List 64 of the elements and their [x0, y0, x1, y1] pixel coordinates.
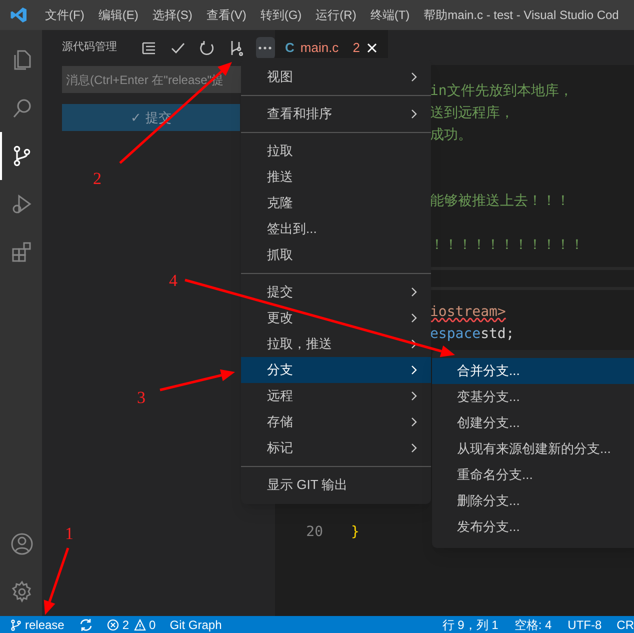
code-text: iostream>	[430, 303, 506, 322]
code-text: std;	[480, 325, 514, 344]
menu-item[interactable]: 从现有来源创建新的分支...	[432, 436, 634, 462]
error-icon	[107, 618, 120, 630]
code-text: ！！！！！！！！！！！	[430, 236, 584, 255]
code-text: 成功。	[430, 126, 472, 145]
menu-item[interactable]: 标记	[241, 435, 431, 461]
menu-item[interactable]: 合并分支...	[432, 358, 634, 384]
warning-icon	[134, 618, 146, 630]
status-item[interactable]: Git Graph	[162, 616, 229, 633]
code-text: 能够被推送上去！！！	[430, 192, 570, 211]
code-text: }	[351, 523, 360, 542]
menu-item[interactable]: 编辑(E)	[91, 6, 146, 24]
annotation-number: 4	[169, 272, 178, 289]
branch-button[interactable]: release	[0, 616, 72, 633]
menu-item[interactable]: 删除分支...	[432, 488, 634, 514]
code-text: espace	[430, 325, 481, 344]
menu-item[interactable]: 重命名分支...	[432, 462, 634, 488]
branch-name: release	[25, 616, 64, 633]
menu-item[interactable]: 抓取	[241, 242, 431, 268]
status-item[interactable]: 空格: 4	[506, 616, 560, 633]
status-item[interactable]: UTF-8	[560, 616, 610, 633]
menu-item[interactable]: 文件(F)	[38, 6, 92, 24]
tab-label: main.c	[300, 38, 339, 57]
problems-button[interactable]: 2 0	[100, 616, 163, 633]
menu-item[interactable]: 推送	[241, 164, 431, 190]
annotation-number: 2	[93, 170, 102, 187]
menu-item[interactable]: 查看(V)	[199, 6, 254, 24]
menu-item[interactable]: 查看和排序	[241, 101, 431, 127]
error-count: 2	[122, 616, 130, 633]
menu-item[interactable]: 克隆	[241, 190, 431, 216]
menu-item[interactable]: 变基分支...	[432, 384, 634, 410]
menu-item[interactable]: 创建分支...	[432, 410, 634, 436]
close-icon[interactable]	[366, 42, 378, 54]
menu-item[interactable]: 选择(S)	[145, 6, 200, 24]
menu-item[interactable]: 帮助	[416, 6, 448, 24]
annotation-arrow	[44, 548, 70, 615]
menu-item[interactable]: 拉取	[241, 138, 431, 164]
menu-item[interactable]: 远程	[241, 383, 431, 409]
menu-item[interactable]: 运行(R)	[308, 6, 364, 24]
menu-item[interactable]: 显示 GIT 输出	[241, 472, 431, 498]
menu-item[interactable]: 终端(T)	[363, 6, 417, 24]
problem-count: 2	[352, 38, 360, 57]
menu-item[interactable]: 签出到...	[241, 216, 431, 242]
window-title: main.c - test - Visual Studio Cod	[448, 7, 619, 24]
menu-item[interactable]: 分支	[241, 357, 431, 383]
annotation-number: 3	[137, 389, 146, 406]
menu-item[interactable]: 更改	[241, 305, 431, 331]
warning-count: 0	[149, 616, 156, 633]
branch-icon	[10, 618, 22, 630]
annotation-number: 1	[65, 525, 74, 542]
status-item[interactable]: 行 9，列 1	[434, 616, 506, 633]
menu-item[interactable]: 存储	[241, 409, 431, 435]
more-icon[interactable]	[256, 36, 276, 58]
menu-item[interactable]: 转到(G)	[253, 6, 309, 24]
menu-item[interactable]: 发布分支...	[432, 514, 634, 540]
code-text: 送到远程库，	[430, 104, 514, 123]
menu-item[interactable]: 拉取，推送	[241, 331, 431, 357]
c-file-icon: C	[285, 38, 294, 58]
line-number: 20	[305, 523, 323, 542]
menu-item[interactable]: 提交	[241, 279, 431, 305]
status-item[interactable]: CR	[610, 616, 634, 633]
code-text: in文件先放到本地库，	[430, 82, 573, 101]
panel-title: 源代码管理	[62, 40, 117, 56]
